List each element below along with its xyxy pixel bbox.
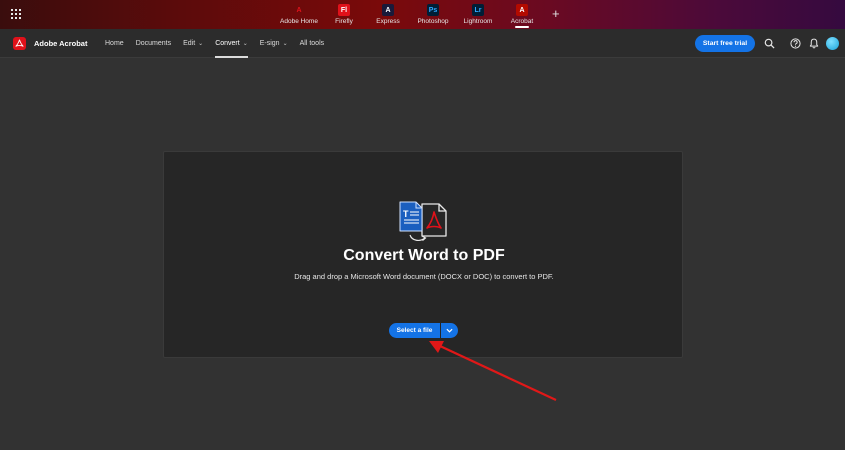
app-acrobat[interactable]: A Acrobat [500,0,544,29]
svg-text:T: T [403,209,409,219]
app-label: Photoshop [417,18,449,25]
app-lightroom-icon: Lr [472,4,484,16]
app-express[interactable]: A Express [366,0,410,29]
acrobat-logo-icon [13,37,26,50]
app-label: Express [376,18,400,25]
app-grid-icon[interactable] [11,9,22,20]
nav-item-convert[interactable]: Convert ⌄ [215,29,248,58]
app-label: Firefly [335,18,353,25]
nav-item-edit[interactable]: Edit ⌄ [183,29,203,58]
app-label: Lightroom [463,18,493,25]
nav-item-label: Home [105,40,124,47]
nav-item-label: Edit [183,40,196,47]
app-acrobat-icon: A [516,4,528,16]
start-free-trial-button[interactable]: Start free trial [695,35,755,52]
app-adobe-home-icon: A [296,6,302,14]
nav-item-e-sign[interactable]: E-sign ⌄ [260,29,288,58]
brand-logo-link[interactable]: Adobe Acrobat [13,37,87,50]
nav-item-label: All tools [299,40,325,47]
app-photoshop-icon: Ps [427,4,439,16]
nav-item-documents[interactable]: Documents [136,29,171,58]
chevron-down-icon: ⌄ [242,41,248,47]
app-label: Acrobat [510,18,534,25]
nav-item-all-tools[interactable]: All tools [300,29,325,58]
drop-zone[interactable]: T Convert Word to PDF Drag and drop a Mi… [163,151,683,358]
main-nav: Home Documents Edit ⌄ Convert ⌄ E-sign ⌄ All too… [105,29,336,58]
chevron-down-icon: ⌄ [198,41,204,47]
select-file-button[interactable]: Select a file [389,323,440,338]
chevron-down-icon [446,328,453,333]
app-photoshop[interactable]: Ps Photoshop [410,0,456,29]
app-adobe-home[interactable]: A Adobe Home [276,0,322,29]
chevron-down-icon: ⌄ [282,41,288,47]
add-app-icon[interactable]: + [552,7,560,20]
select-file-dropdown[interactable] [441,323,458,338]
app-list: A Adobe Home Fl Firefly A Express Ps Photoshop L… [276,0,544,29]
nav-item-label: E-sign [259,40,280,47]
help-icon[interactable] [790,38,801,49]
nav-item-label: Convert [215,40,240,47]
brand-name: Adobe Acrobat [34,39,88,48]
search-icon[interactable] [764,38,775,49]
app-firefly[interactable]: Fl Firefly [322,0,366,29]
page-title: Convert Word to PDF [343,247,505,264]
app-firefly-icon: Fl [338,4,350,16]
nav-item-label: Documents [135,40,172,47]
app-switcher-bar: A Adobe Home Fl Firefly A Express Ps Photoshop L… [0,0,845,29]
nav-item-home[interactable]: Home [105,29,124,58]
app-express-icon: A [382,4,394,16]
bell-icon[interactable] [809,38,819,49]
avatar[interactable] [826,37,839,50]
app-lightroom[interactable]: Lr Lightroom [456,0,500,29]
app-label: Adobe Home [280,18,318,25]
word-to-pdf-icon: T [399,201,447,241]
page-subtitle: Drag and drop a Microsoft Word document … [294,272,554,281]
